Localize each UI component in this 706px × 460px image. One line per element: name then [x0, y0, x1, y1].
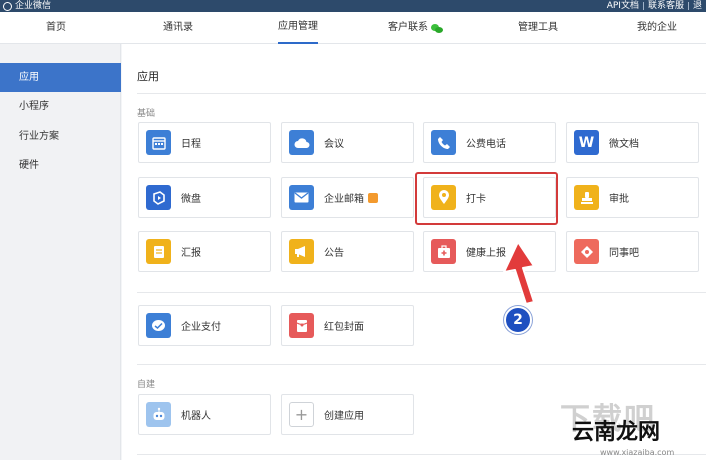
main-nav: 首页 通讯录 应用管理 客户联系 管理工具 我的企业 — [0, 12, 706, 44]
section-label-basic: 基础 — [137, 109, 156, 119]
app-card-red-packet-cover[interactable]: 红包封面 — [281, 305, 414, 346]
sidebar-item-hardware[interactable]: 硬件 — [0, 151, 121, 180]
calendar-icon — [146, 130, 171, 155]
red-packet-icon — [289, 313, 314, 338]
app-card-approval[interactable]: 审批 — [566, 177, 699, 218]
brand-name: 企业微信 — [15, 1, 52, 11]
app-card-report[interactable]: 汇报 — [138, 231, 271, 272]
section-label-custom: 自建 — [137, 380, 156, 390]
wework-logo-icon — [3, 1, 12, 11]
app-card-docs[interactable]: W 微文档 — [566, 122, 699, 163]
colleague-icon — [574, 239, 599, 264]
main-content: 应用 基础 日程 会议 公费电话 W 微文档 微盘 企业邮箱 打卡 审批 汇报 … — [122, 44, 706, 460]
app-card-phone[interactable]: 公费电话 — [423, 122, 556, 163]
top-bar: 企业微信 API文档 联系客服 退 — [0, 0, 706, 12]
app-card-robot[interactable]: 机器人 — [138, 394, 271, 435]
api-docs-link[interactable]: API文档 — [603, 0, 643, 12]
divider — [137, 454, 706, 455]
cloud-icon — [289, 130, 314, 155]
divider — [137, 364, 706, 365]
create-app-button[interactable]: + 创建应用 — [281, 394, 414, 435]
phone-icon — [431, 130, 456, 155]
nav-management-tools[interactable]: 管理工具 — [518, 12, 558, 44]
app-card-colleague[interactable]: 同事吧 — [566, 231, 699, 272]
sidebar: 应用 小程序 行业方案 硬件 — [0, 44, 121, 460]
word-icon: W — [574, 130, 599, 155]
report-icon — [146, 239, 171, 264]
logout-link[interactable]: 退 — [689, 0, 706, 12]
annotation-arrow-icon — [503, 241, 535, 305]
sidebar-item-apps[interactable]: 应用 — [0, 63, 121, 92]
megaphone-icon — [289, 239, 314, 264]
app-card-mail[interactable]: 企业邮箱 — [281, 177, 414, 218]
plus-icon: + — [289, 402, 314, 427]
app-card-enterprise-pay[interactable]: 企业支付 — [138, 305, 271, 346]
stamp-icon — [574, 185, 599, 210]
nav-home[interactable]: 首页 — [46, 12, 66, 44]
health-kit-icon — [431, 239, 456, 264]
nav-customer-contact[interactable]: 客户联系 — [388, 12, 443, 44]
mail-icon — [289, 185, 314, 210]
app-card-announcement[interactable]: 公告 — [281, 231, 414, 272]
sidebar-item-industry-solutions[interactable]: 行业方案 — [0, 122, 121, 151]
nav-contacts[interactable]: 通讯录 — [163, 12, 193, 44]
divider — [137, 93, 706, 94]
robot-icon — [146, 402, 171, 427]
nav-app-management[interactable]: 应用管理 — [278, 12, 318, 44]
top-links: API文档 联系客服 退 — [603, 0, 706, 12]
app-card-drive[interactable]: 微盘 — [138, 177, 271, 218]
payment-icon — [146, 313, 171, 338]
divider — [137, 292, 706, 293]
nav-my-enterprise[interactable]: 我的企业 — [637, 12, 677, 44]
step-number-badge: 2 — [504, 306, 532, 334]
sidebar-item-mini-programs[interactable]: 小程序 — [0, 92, 121, 121]
drive-icon — [146, 185, 171, 210]
app-card-meeting[interactable]: 会议 — [281, 122, 414, 163]
new-badge-icon — [368, 192, 378, 203]
brand[interactable]: 企业微信 — [3, 0, 51, 12]
page-title: 应用 — [137, 70, 159, 83]
contact-support-link[interactable]: 联系客服 — [644, 0, 688, 12]
wechat-icon — [431, 23, 443, 33]
app-card-calendar[interactable]: 日程 — [138, 122, 271, 163]
highlight-box — [415, 172, 558, 225]
